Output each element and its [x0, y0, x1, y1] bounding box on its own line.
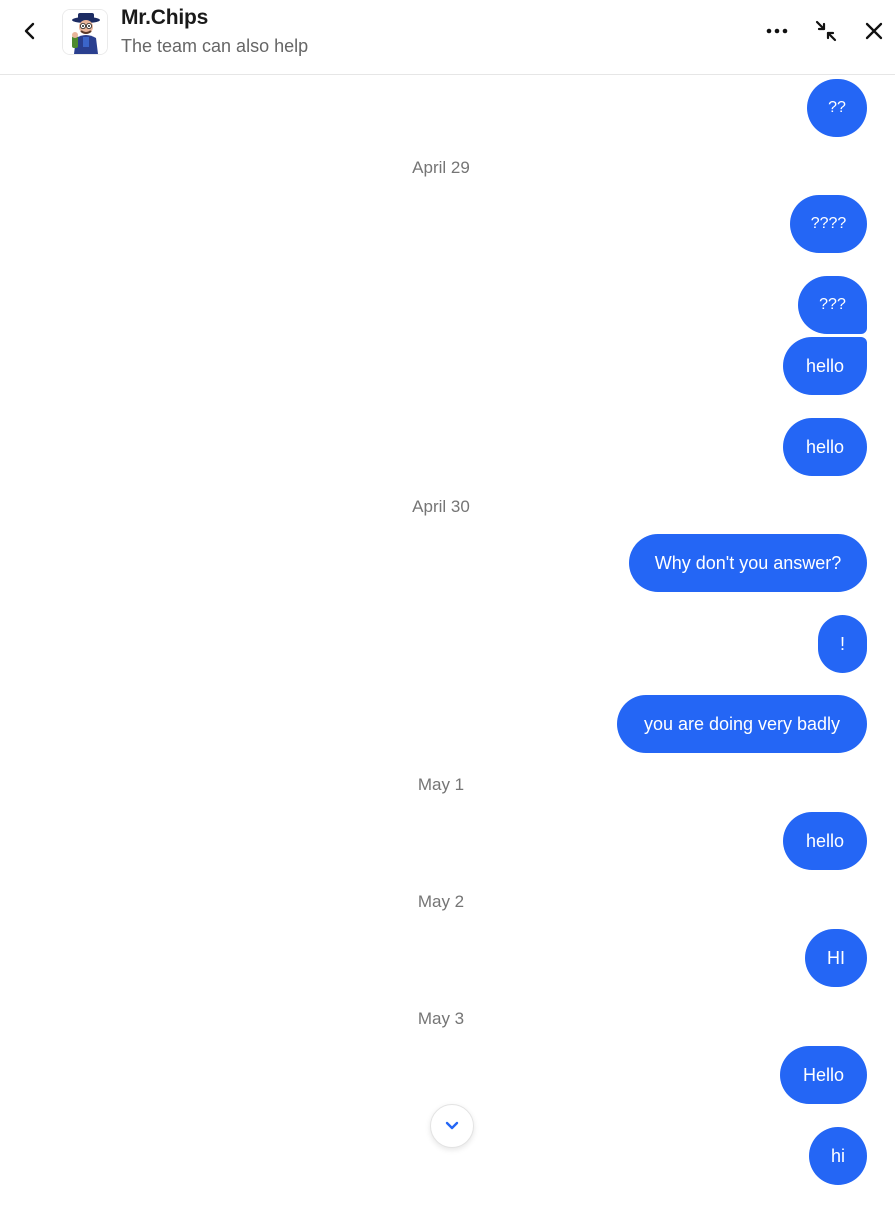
message-bubble[interactable]: Hello: [780, 1046, 867, 1104]
avatar: [62, 9, 108, 55]
message-bubble[interactable]: hello: [783, 337, 867, 395]
message-bubble[interactable]: ??: [807, 79, 867, 137]
back-button[interactable]: [13, 14, 47, 48]
collapse-arrows-icon: [815, 20, 837, 42]
message-bubble[interactable]: Why don't you answer?: [629, 534, 867, 592]
message-bubble[interactable]: ????: [790, 195, 867, 253]
chat-header: Mr.Chips The team can also help: [0, 0, 895, 75]
message-bubble[interactable]: ???: [798, 276, 867, 334]
date-separator: May 1: [417, 775, 465, 794]
message-bubble[interactable]: hello: [783, 418, 867, 476]
message-bubble[interactable]: you are doing very badly: [617, 695, 867, 753]
mascot-avatar-icon: [63, 10, 107, 54]
date-separator: May 2: [417, 892, 465, 911]
date-separator: April 29: [412, 158, 470, 177]
message-bubble[interactable]: HI: [805, 929, 867, 987]
chevron-down-icon: [445, 1121, 459, 1130]
close-icon: [865, 22, 883, 40]
scroll-to-bottom-button[interactable]: [430, 1104, 474, 1148]
close-button[interactable]: [857, 14, 891, 48]
date-separator: May 3: [417, 1009, 465, 1028]
chat-title: Mr.Chips: [121, 6, 209, 29]
more-options-button[interactable]: [760, 14, 794, 48]
message-bubble[interactable]: hello: [783, 812, 867, 870]
date-separator: April 30: [412, 497, 470, 516]
message-bubble[interactable]: hi: [809, 1127, 867, 1185]
chat-window: Mr.Chips The team can also help ?? April…: [0, 0, 895, 1206]
message-bubble[interactable]: !: [818, 615, 867, 673]
chat-subtitle: The team can also help: [121, 36, 309, 56]
collapse-button[interactable]: [809, 14, 843, 48]
chevron-left-icon: [24, 22, 35, 40]
more-horizontal-icon: [766, 28, 788, 34]
